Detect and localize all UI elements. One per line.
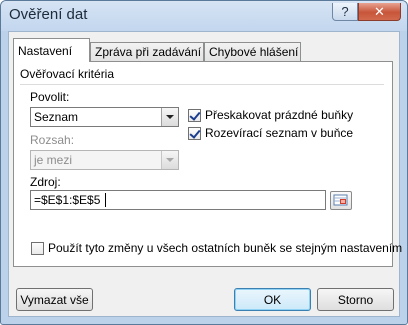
- tab-error-alert-label: Chybové hlášení: [209, 45, 299, 59]
- clear-all-button[interactable]: Vymazat vše: [16, 288, 93, 311]
- source-input[interactable]: =$E$1:$E$5: [30, 190, 326, 210]
- dialog-client-area: Nastavení Zpráva při zadávání Chybové hl…: [8, 31, 402, 317]
- allow-select[interactable]: Seznam: [30, 107, 179, 127]
- checkmark-icon: [189, 109, 201, 121]
- chevron-down-icon[interactable]: [161, 108, 178, 126]
- tab-settings-label: Nastavení: [18, 44, 73, 58]
- group-divider: [20, 84, 384, 85]
- allow-select-value: Seznam: [34, 110, 79, 124]
- range-select-icon: [333, 194, 348, 206]
- collapse-dialog-button[interactable]: [330, 191, 352, 210]
- range-label: Rozsah:: [30, 133, 75, 147]
- tab-input-message-label: Zpráva při zadávání: [95, 45, 202, 59]
- title-bar[interactable]: Ověření dat ? ✕: [1, 1, 407, 31]
- in-cell-dropdown-checkbox[interactable]: [188, 127, 201, 140]
- chevron-down-icon: [161, 151, 178, 169]
- data-validation-dialog: Ověření dat ? ✕ Nastavení Zpráva při zad…: [0, 0, 408, 325]
- clear-all-label: Vymazat vše: [20, 292, 89, 307]
- close-button[interactable]: ✕: [358, 3, 401, 21]
- source-input-value: =$E$1:$E$5: [34, 193, 101, 207]
- checkmark-icon: [189, 127, 201, 139]
- tab-settings[interactable]: Nastavení: [13, 38, 90, 62]
- ignore-blank-checkbox[interactable]: [188, 109, 201, 122]
- apply-all-label: Použít tyto změny u všech ostatních buně…: [48, 241, 403, 255]
- source-label: Zdroj:: [30, 175, 61, 189]
- close-icon: ✕: [374, 3, 385, 19]
- text-caret: [105, 193, 106, 207]
- range-select: je mezi: [30, 150, 179, 170]
- ok-button[interactable]: OK: [234, 288, 311, 311]
- tab-strip: Nastavení Zpráva při zadávání Chybové hl…: [13, 38, 393, 62]
- tab-error-alert[interactable]: Chybové hlášení: [204, 42, 301, 61]
- apply-all-checkbox[interactable]: [31, 242, 44, 255]
- tab-input-message[interactable]: Zpráva při zadávání: [90, 42, 204, 61]
- help-icon: ?: [341, 4, 349, 19]
- settings-panel: Ověřovací kritéria Povolit: Seznam Přesk…: [13, 61, 402, 267]
- allow-label: Povolit:: [30, 90, 70, 104]
- group-title: Ověřovací kritéria: [20, 67, 115, 81]
- in-cell-dropdown-label: Rozevírací seznam v buňce: [205, 126, 354, 140]
- ok-label: OK: [263, 292, 282, 307]
- ignore-blank-label: Přeskakovat prázdné buňky: [205, 108, 354, 122]
- window-title: Ověření dat: [9, 6, 88, 23]
- cancel-label: Storno: [337, 292, 374, 307]
- help-button[interactable]: ?: [332, 3, 358, 21]
- range-select-value: je mezi: [34, 153, 73, 167]
- cancel-button[interactable]: Storno: [317, 288, 394, 311]
